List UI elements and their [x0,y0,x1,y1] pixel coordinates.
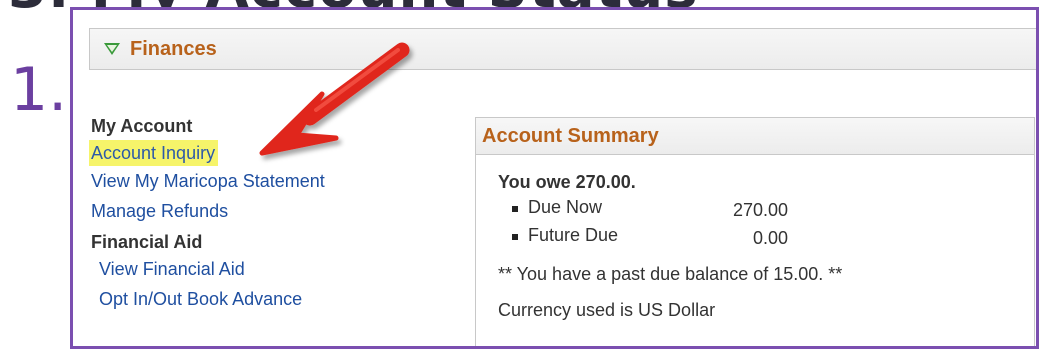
account-summary-panel: Account Summary You owe 270.00. Due Now … [475,117,1035,346]
bullet-icon [512,234,518,240]
future-due-row: Future Due 0.00 [498,225,1034,253]
future-due-amount: 0.00 [752,228,788,248]
book-advance-link[interactable]: Opt In/Out Book Advance [91,284,411,314]
due-now-row: Due Now 270.00 [498,197,1034,225]
manage-refunds-link[interactable]: Manage Refunds [91,196,411,226]
account-summary-body: You owe 270.00. Due Now 270.00 Future Du… [476,155,1034,323]
my-account-heading: My Account [91,116,193,136]
view-statement-link[interactable]: View My Maricopa Statement [91,166,411,196]
expand-triangle-icon[interactable] [104,43,120,55]
amount-owed-text: You owe 270.00. [498,172,636,192]
finances-links-column: My Account Account Inquiry View My Maric… [89,114,411,314]
past-due-notice: ** You have a past due balance of 15.00.… [498,264,843,284]
screenshot-frame: Finances My Account Account Inquiry View… [70,7,1039,349]
step-number: 1. [10,55,68,125]
slide-canvas: 3. My Account Status 1. Finances My Acco… [0,0,1042,355]
account-summary-title: Account Summary [476,118,1034,155]
bullet-icon [512,206,518,212]
due-now-amount: 270.00 [732,200,788,220]
due-now-label: Due Now [528,197,603,217]
future-due-label: Future Due [528,225,619,245]
currency-note: Currency used is US Dollar [498,300,716,320]
financial-aid-heading: Financial Aid [91,232,203,252]
account-inquiry-link[interactable]: Account Inquiry [89,140,219,166]
finances-label: Finances [130,37,217,60]
view-financial-aid-link[interactable]: View Financial Aid [91,254,411,284]
finances-section-header[interactable]: Finances [89,28,1036,70]
